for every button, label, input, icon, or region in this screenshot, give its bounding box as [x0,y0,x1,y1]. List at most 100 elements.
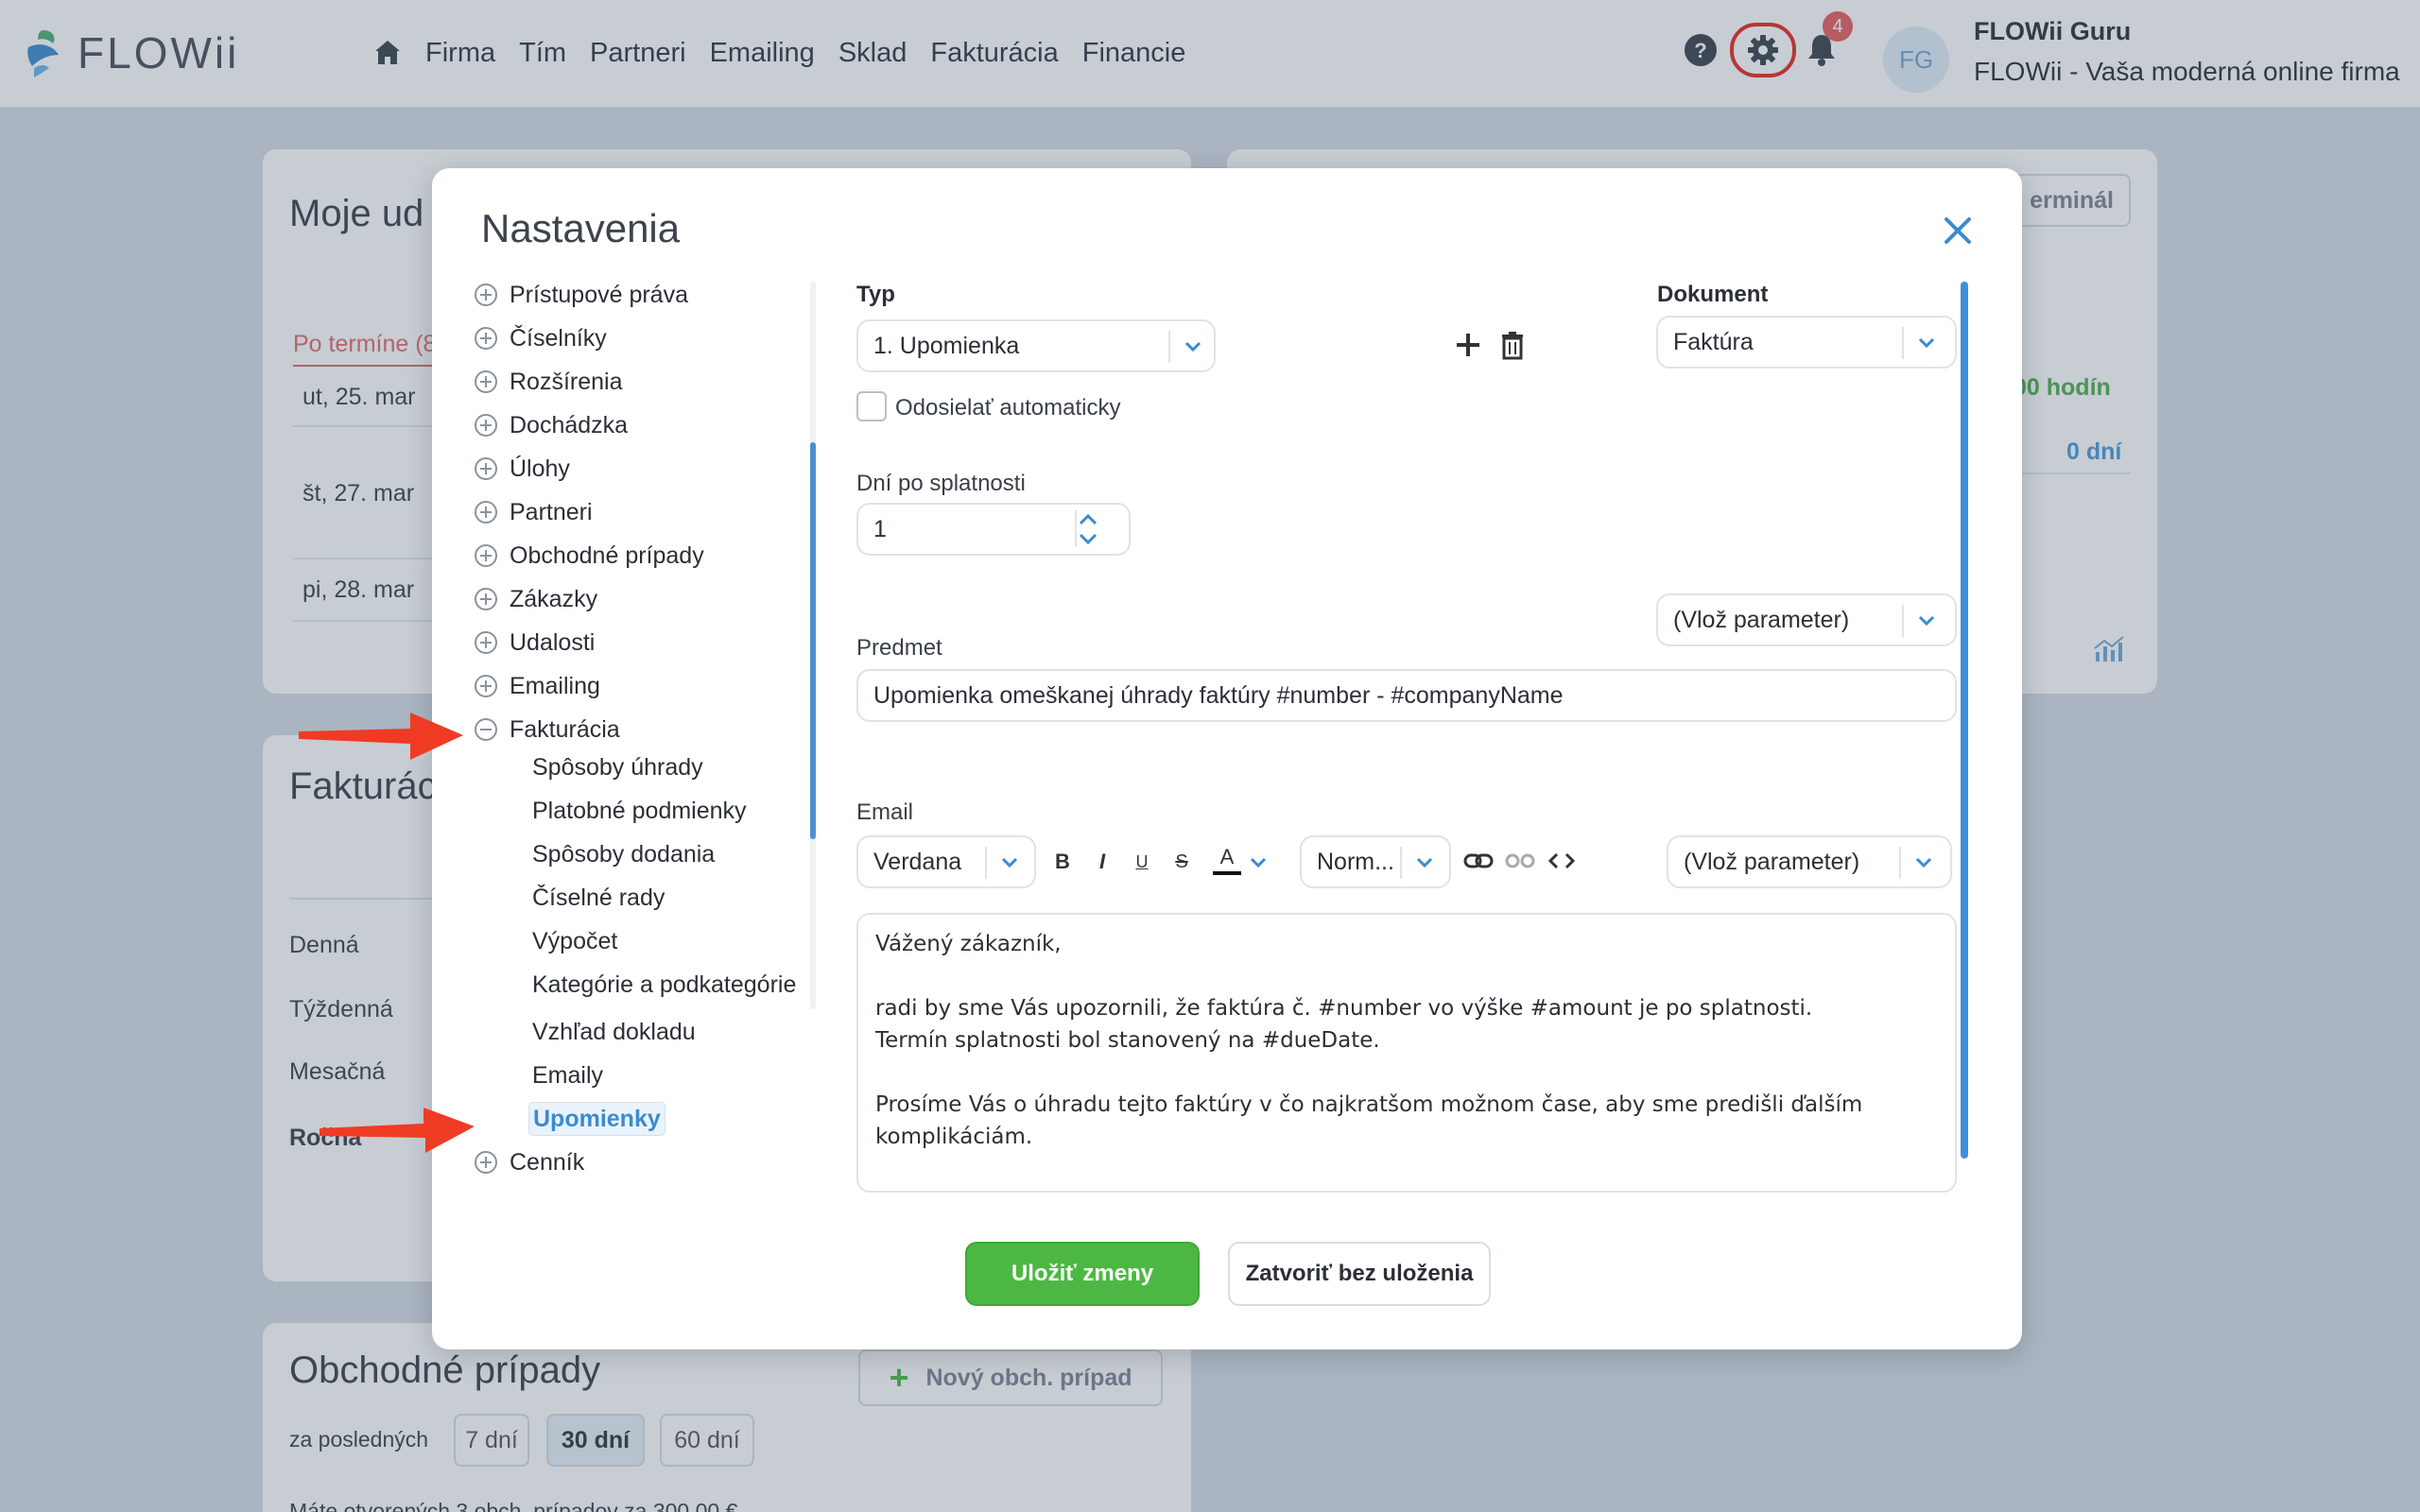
modal-title: Nastavenia [481,206,681,250]
save-button[interactable]: Uložiť zmeny [965,1242,1200,1306]
plus-circle-icon [475,457,497,480]
email-body-editor[interactable]: Vážený zákazník, radi by sme Vás upozorn… [856,913,1957,1193]
tree-item-label: Prístupové práva [510,281,688,308]
email-label: Email [856,799,914,825]
size-select-value: Norm... [1317,848,1394,875]
tree-item-label: Fakturácia [510,715,620,743]
tree-item-label: Obchodné prípady [510,541,704,569]
select-separator [1902,327,1904,359]
param-select-value: (Vlož parameter) [1673,606,1850,633]
dokument-select-value: Faktúra [1673,328,1754,355]
tree-item-rozsirenia[interactable]: Rozšírenia [474,363,623,401]
plus-circle-icon [475,327,497,350]
dokument-label: Dokument [1657,282,1769,307]
tree-sub-ciselne-rady[interactable]: Číselné rady [532,879,665,917]
unlink-icon[interactable] [1504,845,1536,877]
tree-sub-emaily[interactable]: Emaily [532,1057,603,1094]
editor-line: Prosíme Vás o úhradu tejto faktúry v čo … [875,1092,1863,1117]
plus-circle-icon [475,675,497,697]
trash-icon[interactable] [1496,329,1529,361]
plus-circle-icon [475,544,497,567]
plus-circle-icon [475,414,497,437]
tree-sub-vypocet[interactable]: Výpočet [532,922,617,960]
tree-item-dochadzka[interactable]: Dochádzka [474,406,628,444]
auto-send-checkbox[interactable] [856,391,887,421]
tree-item-label: Rozšírenia [510,368,623,395]
tree-item-label: Cenník [510,1148,585,1176]
select-separator [1902,605,1904,637]
chevron-down-icon [1918,615,1935,627]
tree-item-obchodne-pripady[interactable]: Obchodné prípady [474,537,704,575]
tree-item-zakazky[interactable]: Zákazky [474,580,597,618]
editor-line: komplikáciám. [875,1125,1033,1149]
plus-circle-icon [475,370,497,393]
tree-item-udalosti[interactable]: Udalosti [474,624,595,662]
annotation-arrow-icon [320,1108,475,1153]
chevron-down-icon [1918,337,1935,349]
tree-item-cennik[interactable]: Cenník [474,1143,584,1181]
tree-item-label: Úlohy [510,455,570,482]
tree-scrollbar-thumb[interactable] [810,442,816,839]
select-separator [1168,331,1170,363]
close-icon[interactable] [1937,210,1979,251]
typ-select-value: 1. Upomienka [873,332,1020,359]
bold-button[interactable]: B [1048,845,1077,879]
font-size-select[interactable]: Norm... [1300,835,1451,888]
tree-sub-vzhlad-dokladu[interactable]: Vzhľad dokladu [532,1013,696,1051]
param-select-value: (Vlož parameter) [1684,848,1860,875]
form-scrollbar-thumb[interactable] [1961,282,1968,1159]
typ-label: Typ [856,282,895,307]
tree-item-label: Partneri [510,498,593,525]
typ-select[interactable]: 1. Upomienka [856,319,1216,372]
stepper-arrows-icon[interactable] [1071,507,1105,552]
font-select-value: Verdana [873,848,962,875]
chevron-down-icon [1416,857,1433,868]
editor-line: radi by sme Vás upozornili, že faktúra č… [875,996,1813,1021]
predmet-param-select[interactable]: (Vlož parameter) [1656,593,1957,646]
tree-item-ulohy[interactable]: Úlohy [474,450,570,488]
text-color-button[interactable]: A [1213,843,1241,875]
editor-line: Vážený zákazník, [875,932,1062,956]
close-without-saving-button[interactable]: Zatvoriť bez uloženia [1228,1242,1491,1306]
tree-item-emailing[interactable]: Emailing [474,667,600,705]
tree-item-label: Zákazky [510,585,598,612]
add-plus-icon[interactable] [1452,329,1484,361]
tree-item-partneri[interactable]: Partneri [474,493,593,531]
tree-sub-kategorie[interactable]: Kategórie a podkategórie [532,966,796,1004]
tree-sub-sposoby-dodania[interactable]: Spôsoby dodania [532,835,715,873]
plus-circle-icon [475,631,497,654]
tree-item-label: Dochádzka [510,411,629,438]
underline-button[interactable]: U [1128,845,1156,879]
strikethrough-button[interactable]: S [1167,845,1196,879]
dni-label: Dní po splatnosti [856,471,1026,496]
plus-circle-icon [475,588,497,610]
email-param-select[interactable]: (Vlož parameter) [1667,835,1952,888]
select-separator [1400,847,1402,879]
tree-item-ciselniky[interactable]: Číselníky [474,319,607,357]
font-family-select[interactable]: Verdana [856,835,1036,888]
tree-item-label: Číselníky [510,324,607,352]
italic-button[interactable]: I [1088,845,1116,879]
chevron-down-icon [1184,341,1201,352]
chevron-down-icon [1001,857,1018,868]
tree-item-label: Udalosti [510,628,596,656]
tree-item-label: Emailing [510,672,600,699]
code-icon[interactable] [1546,845,1578,877]
settings-modal: Nastavenia Prístupové práva Číselníky Ro… [432,168,2022,1349]
minus-circle-icon [475,718,497,741]
auto-send-label[interactable]: Odosielať automaticky [895,395,1120,421]
predmet-input[interactable]: Upomienka omeškanej úhrady faktúry #numb… [856,669,1957,722]
chevron-down-icon[interactable] [1247,850,1270,873]
link-icon[interactable] [1462,845,1495,877]
select-separator [985,847,987,879]
tree-sub-upomienky[interactable]: Upomienky [528,1102,666,1136]
plus-circle-icon [475,501,497,524]
tree-item-fakturacia[interactable]: Fakturácia [474,711,620,748]
predmet-label: Predmet [856,635,942,661]
tree-sub-platobne-podmienky[interactable]: Platobné podmienky [532,792,747,830]
dokument-select[interactable]: Faktúra [1656,316,1957,369]
plus-circle-icon [475,284,497,306]
tree-sub-sposoby-uhrady[interactable]: Spôsoby úhrady [532,748,703,786]
chevron-down-icon [1915,857,1932,868]
tree-item-pristupove-prava[interactable]: Prístupové práva [474,276,688,314]
